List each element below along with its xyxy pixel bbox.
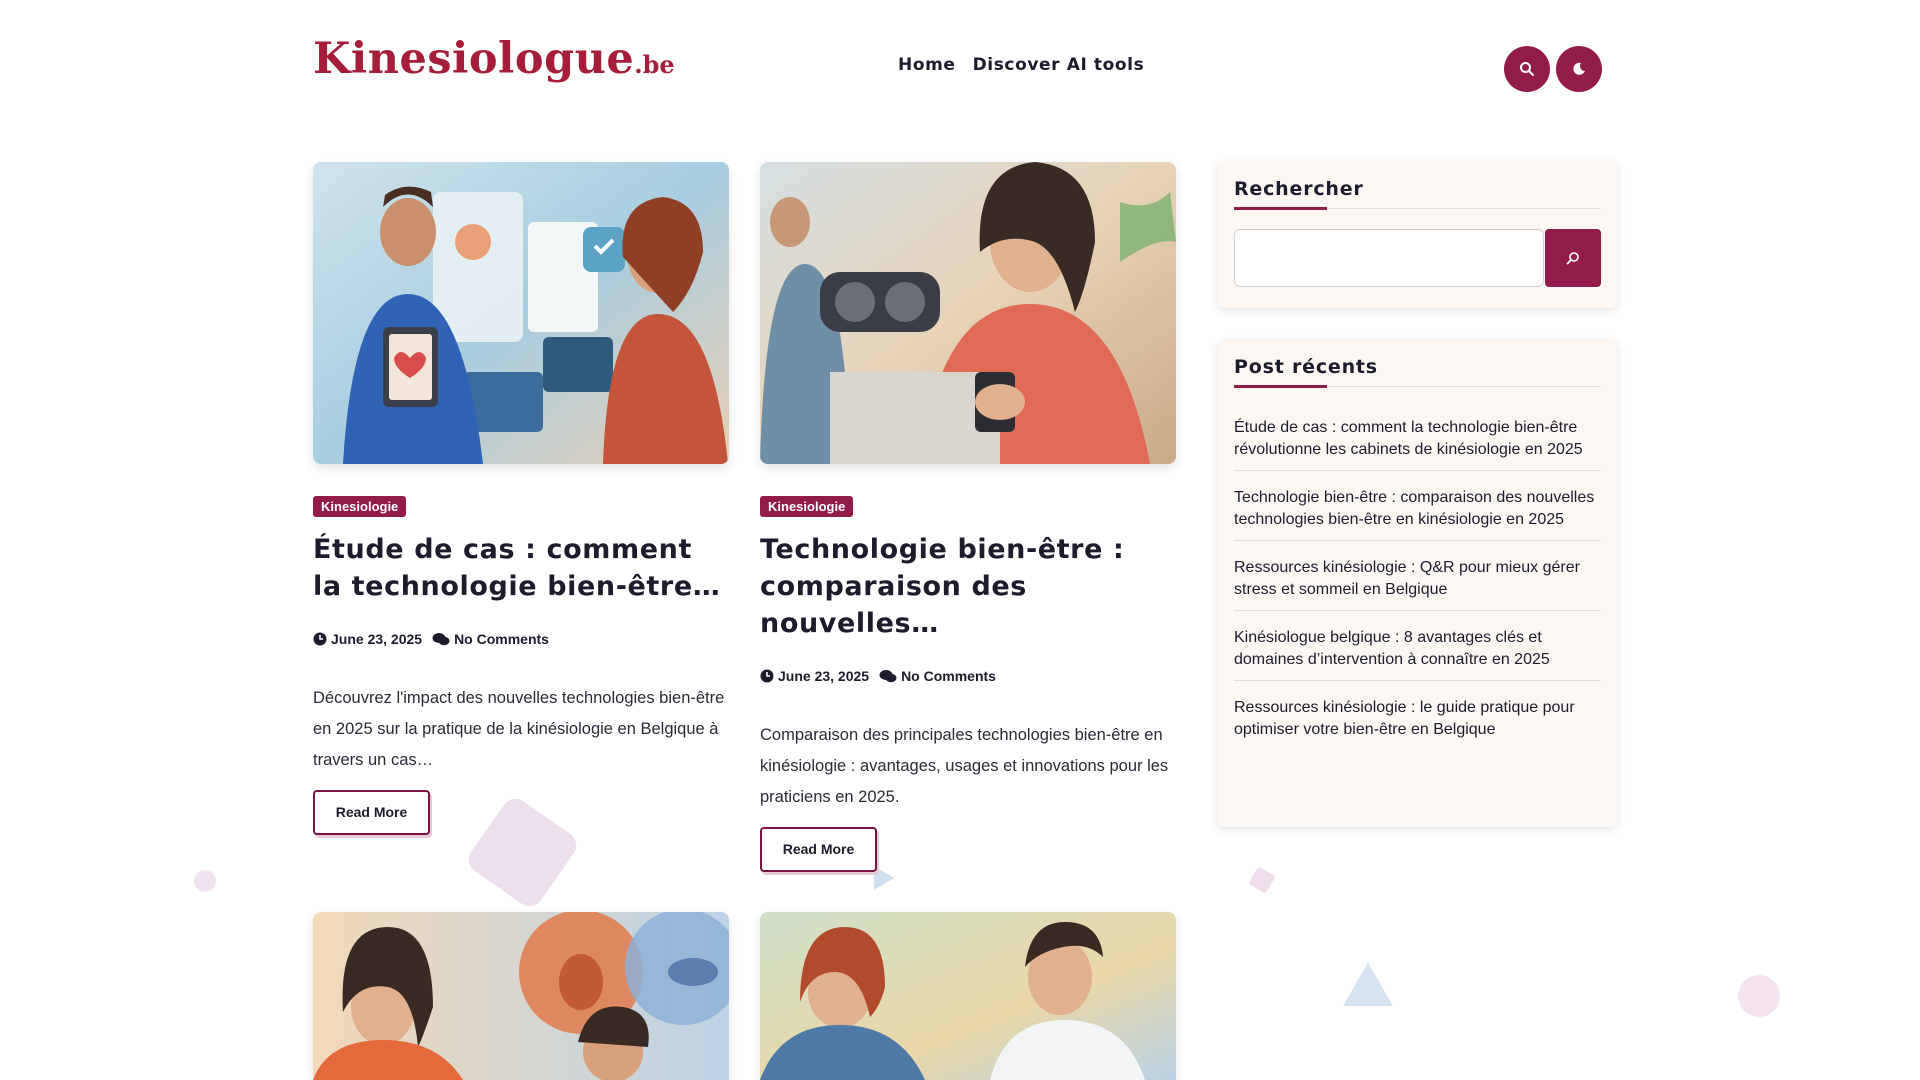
moon-icon bbox=[1573, 62, 1585, 75]
post-excerpt: Comparaison des principales technologies… bbox=[760, 726, 1169, 806]
category-badge[interactable]: Kinesiologie bbox=[760, 496, 854, 517]
read-more-button[interactable]: Read More bbox=[313, 790, 430, 835]
comments-icon bbox=[879, 669, 897, 683]
post-card: Kinesiologie Technologie bien-être : com… bbox=[760, 162, 1176, 872]
theme-toggle-button[interactable] bbox=[1556, 46, 1602, 92]
logo-tld: .be bbox=[634, 50, 675, 79]
clock-icon bbox=[313, 632, 327, 646]
post-comments[interactable]: No Comments bbox=[454, 631, 549, 647]
main-nav: Home Discover AI tools bbox=[898, 55, 1144, 75]
search-icon bbox=[1520, 62, 1535, 77]
category-badge[interactable]: Kinesiologie bbox=[313, 496, 407, 517]
post-title[interactable]: Étude de cas : comment la technologie bi… bbox=[313, 531, 729, 605]
post-card bbox=[313, 912, 729, 1080]
search-form bbox=[1234, 229, 1601, 287]
search-icon bbox=[1566, 252, 1579, 265]
post-title[interactable]: Technologie bien-être : comparaison des … bbox=[760, 531, 1176, 642]
recent-post-link[interactable]: Technologie bien-être : comparaison des … bbox=[1234, 471, 1601, 541]
recent-post-link[interactable]: Ressources kinésiologie : le guide prati… bbox=[1234, 681, 1601, 741]
search-submit-button[interactable] bbox=[1545, 229, 1601, 287]
comments-icon bbox=[432, 632, 450, 646]
post-date[interactable]: June 23, 2025 bbox=[778, 668, 869, 684]
clock-icon bbox=[760, 669, 774, 683]
search-input[interactable] bbox=[1234, 229, 1545, 287]
header-search-button[interactable] bbox=[1504, 46, 1550, 92]
post-meta: June 23, 2025 No Comments bbox=[313, 631, 729, 647]
search-widget: Rechercher bbox=[1218, 162, 1617, 308]
recent-post-link[interactable]: Ressources kinésiologie : Q&R pour mieux… bbox=[1234, 541, 1601, 611]
site-logo[interactable]: Kinesiologue.be bbox=[313, 34, 675, 84]
post-thumbnail[interactable] bbox=[760, 912, 1176, 1080]
post-card bbox=[760, 912, 1176, 1080]
nav-discover-ai-tools[interactable]: Discover AI tools bbox=[973, 55, 1145, 75]
post-card: Kinesiologie Étude de cas : comment la t… bbox=[313, 162, 729, 835]
recent-posts-list: Étude de cas : comment la technologie bi… bbox=[1234, 401, 1601, 741]
post-comments[interactable]: No Comments bbox=[901, 668, 996, 684]
recent-posts-widget: Post récents Étude de cas : comment la t… bbox=[1218, 340, 1617, 827]
recent-posts-title: Post récents bbox=[1234, 356, 1601, 388]
nav-home[interactable]: Home bbox=[898, 55, 956, 75]
post-excerpt: Découvrez l'impact des nouvelles technol… bbox=[313, 689, 725, 769]
recent-post-link[interactable]: Kinésiologue belgique : 8 avantages clés… bbox=[1234, 611, 1601, 681]
search-widget-title: Rechercher bbox=[1234, 178, 1601, 210]
recent-post-link[interactable]: Étude de cas : comment la technologie bi… bbox=[1234, 401, 1601, 471]
decorative-triangle-large bbox=[1343, 962, 1393, 1006]
post-thumbnail[interactable] bbox=[760, 162, 1176, 464]
decorative-diamond-small bbox=[1248, 866, 1276, 894]
post-date[interactable]: June 23, 2025 bbox=[331, 631, 422, 647]
decorative-circle bbox=[1738, 975, 1780, 1017]
post-meta: June 23, 2025 No Comments bbox=[760, 668, 1176, 684]
post-thumbnail[interactable] bbox=[313, 912, 729, 1080]
site-header: Kinesiologue.be Home Discover AI tools bbox=[0, 0, 1920, 130]
logo-text: Kinesiologue bbox=[313, 34, 635, 84]
decorative-dot bbox=[194, 870, 216, 892]
post-thumbnail[interactable] bbox=[313, 162, 729, 464]
read-more-button[interactable]: Read More bbox=[760, 827, 877, 872]
